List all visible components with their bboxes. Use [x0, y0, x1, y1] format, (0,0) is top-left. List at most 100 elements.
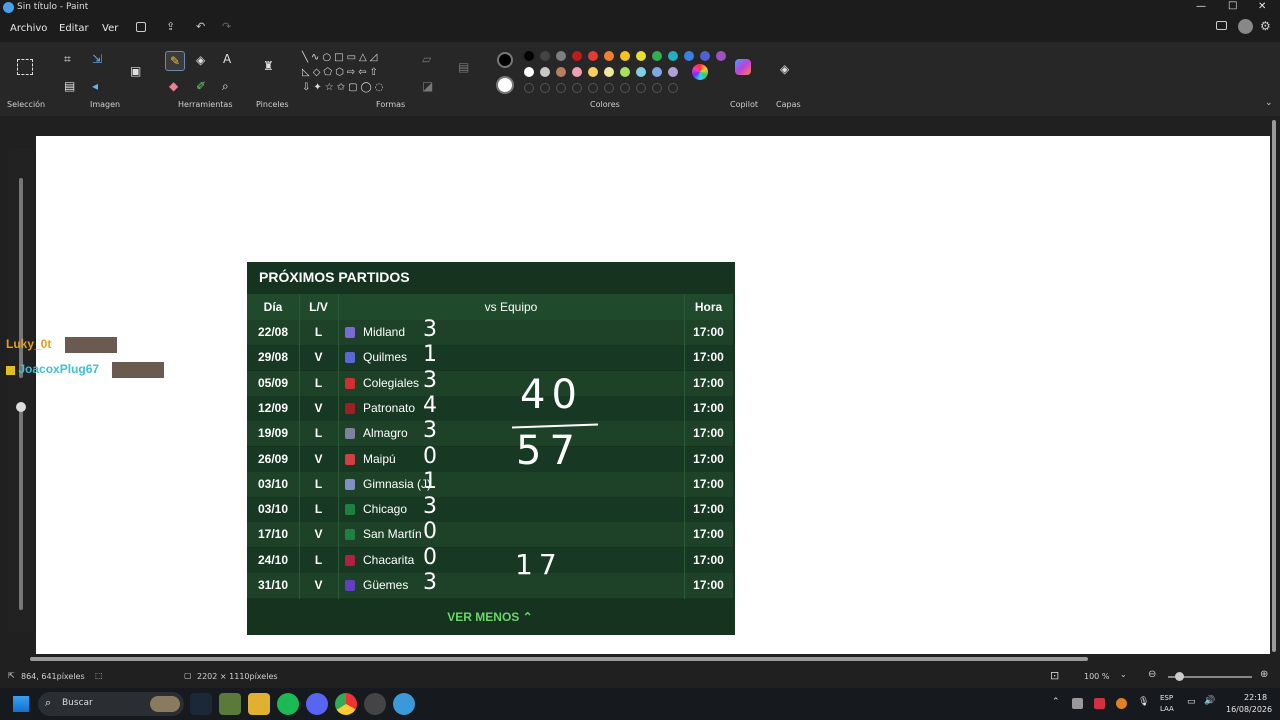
palette-swatch[interactable] — [572, 51, 582, 61]
palette-empty-slot[interactable] — [652, 83, 662, 93]
layers-icon[interactable]: ◈ — [780, 62, 789, 76]
palette-empty-slot[interactable] — [540, 83, 550, 93]
feedback-icon[interactable] — [1216, 21, 1227, 30]
crop-icon[interactable]: ⌗ — [64, 52, 71, 66]
ver-menos-button[interactable]: VER MENOS ⌃ — [247, 600, 733, 634]
palette-swatch[interactable] — [524, 67, 534, 77]
share-icon[interactable]: ⇪ — [166, 20, 175, 33]
shape-extra-icon[interactable]: ▤ — [458, 60, 469, 74]
palette-swatch[interactable] — [572, 67, 582, 77]
spotify-icon[interactable] — [277, 693, 299, 715]
settings-icon[interactable]: ⚙ — [1260, 19, 1271, 33]
palette-swatch[interactable] — [668, 67, 678, 77]
menu-ver[interactable]: Ver — [102, 23, 118, 34]
shapes-gallery[interactable]: ╲∿○□▭△◿ ◺◇⬠⬡⇨⇦⇧ ⇩✦☆✩▢◯◌ — [302, 50, 406, 96]
palette-swatch[interactable] — [636, 67, 646, 77]
palette-swatch[interactable] — [652, 51, 662, 61]
volume-icon[interactable]: 🔊 — [1204, 696, 1215, 706]
app-icon[interactable] — [364, 693, 386, 715]
zoom-slider-thumb[interactable] — [1175, 672, 1184, 681]
windows-start-icon[interactable] — [13, 696, 29, 712]
tray-app-icon-2[interactable] — [1094, 698, 1105, 709]
lang-top[interactable]: ESP — [1160, 694, 1173, 702]
palette-swatch[interactable] — [716, 51, 726, 61]
minimize-button[interactable]: — — [1196, 1, 1206, 12]
palette-swatch[interactable] — [668, 51, 678, 61]
mic-icon[interactable]: 🎙 — [1138, 697, 1149, 707]
avatar[interactable] — [1238, 19, 1253, 34]
save-icon[interactable] — [136, 22, 146, 32]
horizontal-scrollbar[interactable] — [30, 657, 1088, 661]
magnifier-icon[interactable]: ⌕ — [222, 79, 229, 93]
overlay-slider-track-2[interactable] — [19, 410, 23, 610]
palette-swatch[interactable] — [588, 51, 598, 61]
palette-empty-slot[interactable] — [668, 83, 678, 93]
palette-swatch[interactable] — [540, 67, 550, 77]
copilot-icon[interactable] — [735, 59, 751, 75]
palette-empty-slot[interactable] — [524, 83, 534, 93]
fit-icon[interactable]: ⊡ — [1050, 669, 1059, 682]
discord-icon[interactable] — [306, 693, 328, 715]
palette-swatch[interactable] — [620, 67, 630, 77]
zoom-level[interactable]: 100 % — [1084, 672, 1109, 681]
ribbon-collapse-icon[interactable]: ⌄ — [1265, 98, 1273, 108]
network-icon[interactable]: ▭ — [1187, 697, 1196, 707]
palette-empty-slot[interactable] — [588, 83, 598, 93]
palette-swatch[interactable] — [684, 51, 694, 61]
palette-swatch[interactable] — [524, 51, 534, 61]
steam-icon[interactable] — [190, 693, 212, 715]
zoom-in-icon[interactable]: ⊕ — [1260, 669, 1268, 680]
undo-icon[interactable]: ↶ — [196, 20, 205, 33]
palette-empty-slot[interactable] — [636, 83, 646, 93]
palette-swatch[interactable] — [620, 51, 630, 61]
fill-icon[interactable]: ◈ — [196, 53, 205, 67]
eraser-icon[interactable]: ◆ — [169, 79, 178, 93]
search-box[interactable]: ⌕ Buscar — [38, 692, 184, 716]
secondary-color[interactable] — [496, 76, 514, 94]
palette-empty-slot[interactable] — [620, 83, 630, 93]
palette-swatch[interactable] — [556, 51, 566, 61]
palette-swatch[interactable] — [588, 67, 598, 77]
file-explorer-icon[interactable] — [248, 693, 270, 715]
menu-editar[interactable]: Editar — [59, 23, 89, 34]
palette-swatch[interactable] — [636, 51, 646, 61]
brush-icon[interactable]: ♜ — [263, 59, 274, 73]
palette-swatch[interactable] — [556, 67, 566, 77]
clock-time[interactable]: 22:18 — [1244, 693, 1267, 702]
text-icon[interactable]: A — [223, 52, 231, 66]
palette-empty-slot[interactable] — [572, 83, 582, 93]
zoom-dropdown-icon[interactable]: ⌄ — [1120, 670, 1127, 679]
palette-swatch[interactable] — [652, 67, 662, 77]
palette-empty-slot[interactable] — [604, 83, 614, 93]
overlay-lock-icon[interactable] — [16, 402, 26, 412]
image-select-icon[interactable]: ▣ — [130, 64, 141, 78]
shape-fill-icon[interactable]: ◪ — [422, 79, 433, 93]
palette-empty-slot[interactable] — [556, 83, 566, 93]
rotate-icon[interactable]: ▤ — [64, 79, 75, 93]
color-picker-icon[interactable]: ✐ — [196, 79, 206, 93]
vertical-scrollbar[interactable] — [1272, 120, 1276, 652]
redo-icon[interactable]: ↷ — [222, 20, 231, 33]
palette-swatch[interactable] — [604, 51, 614, 61]
palette-swatch[interactable] — [540, 51, 550, 61]
lang-bottom[interactable]: LAA — [1160, 705, 1174, 713]
outline-icon[interactable]: ▱ — [422, 52, 431, 66]
primary-color[interactable] — [497, 52, 513, 68]
flip-icon[interactable]: ◂ — [92, 79, 98, 93]
close-button[interactable]: ✕ — [1258, 1, 1266, 12]
clock-date[interactable]: 16/08/2026 — [1226, 705, 1272, 714]
tray-chevron-icon[interactable]: ⌃ — [1052, 697, 1060, 707]
edit-colors-icon[interactable] — [692, 64, 708, 80]
palette-swatch[interactable] — [700, 51, 710, 61]
tray-app-icon-1[interactable] — [1072, 698, 1083, 709]
chrome-icon[interactable] — [335, 693, 357, 715]
zoom-out-icon[interactable]: ⊖ — [1148, 669, 1156, 680]
selection-rect-icon[interactable] — [17, 59, 33, 75]
maximize-button[interactable]: □ — [1228, 0, 1237, 11]
menu-archivo[interactable]: Archivo — [10, 23, 47, 34]
paint-taskbar-icon[interactable] — [393, 693, 415, 715]
resize-icon[interactable]: ⇲ — [92, 52, 102, 66]
minecraft-icon[interactable] — [219, 693, 241, 715]
palette-swatch[interactable] — [604, 67, 614, 77]
tray-app-icon-3[interactable] — [1116, 698, 1127, 709]
